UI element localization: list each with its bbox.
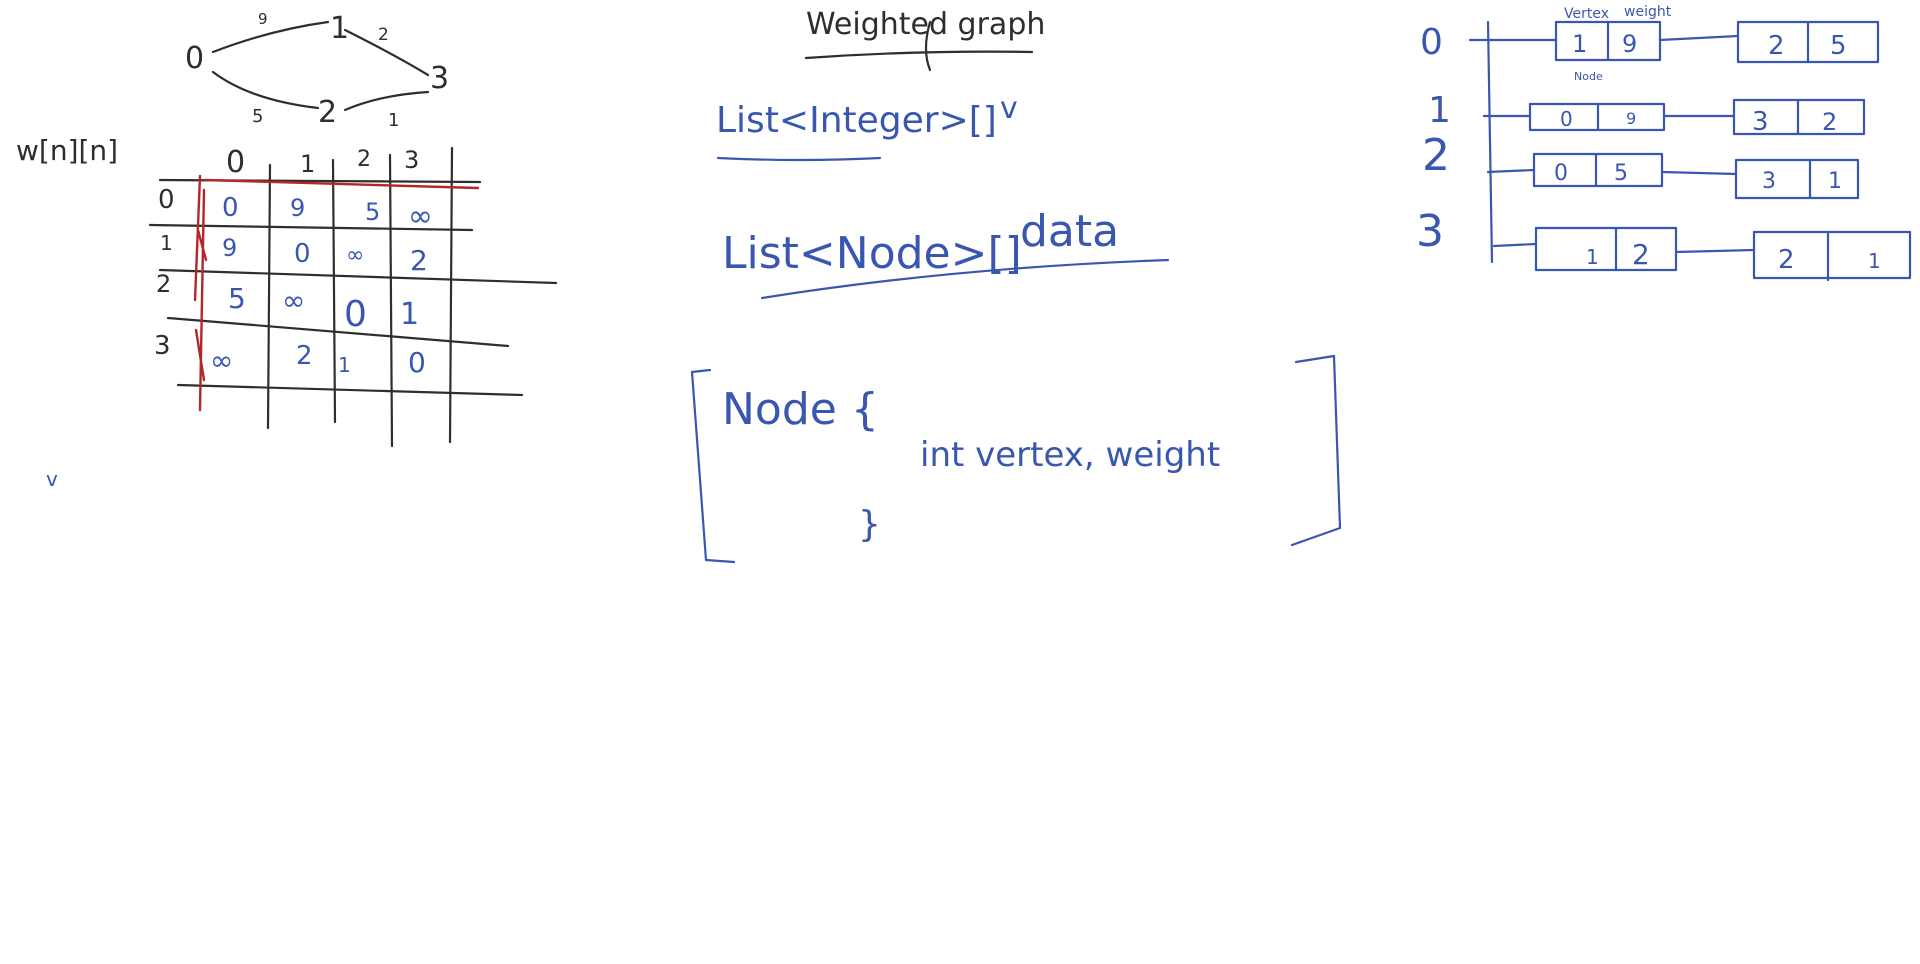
node-weight-value: 2 (1632, 238, 1650, 271)
node-vertex-value: 2 (1778, 245, 1795, 275)
matrix-cell: 0 (408, 346, 426, 379)
matrix-cell: ∞ (282, 284, 305, 317)
node-weight-value: 9 (1622, 30, 1637, 58)
row-header-2: 2 (156, 270, 171, 298)
matrix-cell: 0 (222, 193, 239, 223)
connector (1660, 170, 1738, 176)
edge-weight-2-3: 1 (388, 110, 399, 131)
node-weight-value: 2 (1822, 108, 1837, 136)
notes-line-list-node-suffix: data (1020, 206, 1119, 257)
matrix-cell: 0 (294, 239, 311, 269)
col-header-3: 3 (404, 146, 419, 174)
stray-mark: v (46, 467, 58, 491)
header-weight: weight (1624, 4, 1672, 20)
adjacency-spine (1486, 20, 1494, 264)
graph-node-3: 3 (430, 61, 449, 96)
matrix-line-h4 (176, 383, 524, 397)
matrix-cell: 1 (338, 353, 351, 377)
node-vertex-value: 1 (1572, 30, 1587, 58)
matrix-cell: ∞ (210, 344, 233, 377)
adjacency-index-0: 0 (1420, 22, 1443, 63)
matrix-line-v3 (388, 153, 394, 448)
graph-node-1: 1 (330, 11, 349, 46)
matrix-cell: 5 (228, 282, 246, 315)
connector (1658, 34, 1740, 42)
notes-line-list-integer-suffix: v (1000, 91, 1018, 126)
row-header-0: 0 (158, 185, 175, 215)
whiteboard-canvas: 0 1 2 3 9 2 5 1 w[n][n] 0 1 2 3 0 1 2 3 … (16, 4, 1912, 564)
matrix-cell: 9 (222, 234, 237, 262)
list-node-box (1736, 20, 1880, 64)
edge-weight-0-2: 5 (252, 106, 263, 127)
connector (1486, 168, 1536, 174)
header-vertex: Vertex (1564, 6, 1609, 22)
node-close-brace: } (858, 504, 881, 545)
matrix-cell: 9 (290, 194, 305, 222)
node-caption: Node (1574, 70, 1603, 83)
node-weight-value: 1 (1828, 169, 1842, 194)
highlight-col0 (193, 174, 208, 412)
matrix-cell: ∞ (346, 243, 364, 268)
title-underline (804, 50, 1034, 60)
adjacency-index-1: 1 (1428, 90, 1451, 131)
node-weight-value: 9 (1626, 109, 1636, 128)
bracket-right (1290, 354, 1342, 547)
matrix-cell: 0 (344, 294, 367, 335)
center-notes: Weighted graph List<Integer>[] v List<No… (690, 7, 1342, 564)
edge-0-1 (211, 20, 330, 54)
col-header-2: 2 (357, 147, 371, 172)
matrix-line-v4 (448, 146, 454, 444)
connector (1674, 248, 1756, 254)
adjacency-index-3: 3 (1416, 206, 1444, 257)
connector (1492, 242, 1538, 248)
notes-line-list-integer: List<Integer>[] (716, 100, 997, 141)
matrix-cell: 1 (400, 297, 419, 332)
col-header-0: 0 (226, 145, 245, 180)
node-vertex-value: 0 (1560, 107, 1573, 131)
node-weight-value: 1 (1868, 249, 1881, 273)
node-vertex-value: 2 (1768, 31, 1785, 61)
list-integer-underline (716, 156, 882, 162)
graph-node-0: 0 (185, 41, 204, 76)
graph-node-2: 2 (318, 95, 337, 130)
col-header-1: 1 (300, 150, 315, 178)
edge-weight-0-1: 9 (258, 10, 268, 28)
matrix-line-h3 (166, 316, 510, 348)
matrix-label: w[n][n] (16, 134, 118, 167)
matrix-line-v2 (331, 158, 337, 424)
node-weight-value: 5 (1830, 31, 1847, 61)
list-node-box (1534, 226, 1678, 272)
edge-0-2 (211, 70, 320, 110)
adjacency-index-2: 2 (1422, 130, 1450, 181)
matrix-cell: 2 (410, 244, 428, 277)
weighted-graph: 0 1 2 3 9 2 5 1 (185, 10, 449, 131)
matrix-cell: ∞ (408, 199, 433, 234)
node-vertex-value: 3 (1752, 107, 1769, 137)
node-fields: int vertex, weight (920, 435, 1220, 475)
row-header-3: 3 (154, 331, 171, 361)
matrix-cell: 5 (365, 198, 380, 226)
list-node-box (1528, 102, 1666, 132)
edge-2-3 (343, 90, 430, 112)
matrix-line-h2 (158, 268, 558, 285)
node-weight-value: 5 (1614, 161, 1628, 186)
notes-title: Weighted graph (806, 7, 1045, 42)
matrix-cell: 2 (296, 341, 313, 371)
node-vertex-value: 1 (1586, 245, 1599, 269)
row-header-1: 1 (160, 231, 173, 255)
node-vertex-value: 3 (1762, 169, 1776, 194)
node-definition: Node { (722, 384, 879, 435)
edge-weight-1-3: 2 (378, 25, 389, 45)
node-vertex-value: 0 (1554, 161, 1568, 186)
adjacency-matrix: w[n][n] 0 1 2 3 0 1 2 3 0 9 5 ∞ 9 0 ∞ 2 … (16, 134, 558, 448)
adjacency-list: Vertex weight Node 0 1 2 3 1 9 2 5 0 9 3… (1416, 4, 1912, 282)
